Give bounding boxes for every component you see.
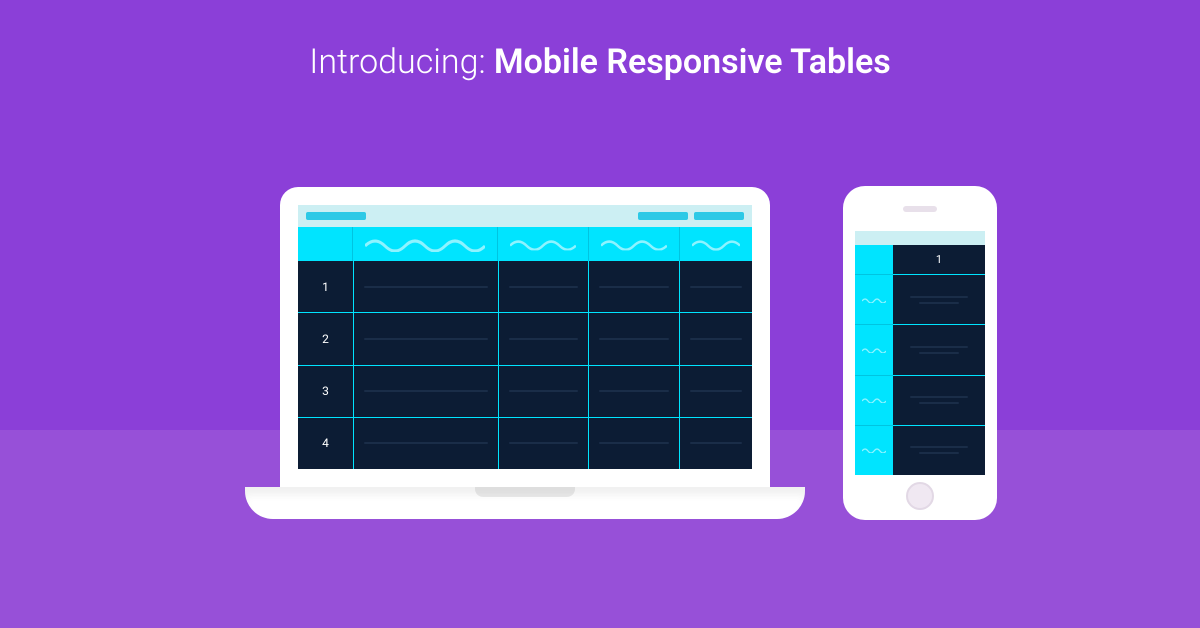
topbar-segment xyxy=(694,212,744,220)
cell-placeholder-line xyxy=(919,452,959,454)
header-rownum-cell xyxy=(298,227,353,261)
page-title: Introducing: Mobile Responsive Tables xyxy=(0,42,1200,82)
table-cell xyxy=(499,313,589,365)
header-col xyxy=(353,227,498,261)
cell-placeholder-line xyxy=(364,338,488,340)
squiggle-icon xyxy=(862,447,886,453)
squiggle-icon xyxy=(365,236,485,252)
squiggle-icon xyxy=(510,237,576,250)
table-cell xyxy=(589,366,679,418)
data-columns xyxy=(353,261,752,469)
cell-placeholder-line xyxy=(910,296,968,298)
cell-placeholder-line xyxy=(509,390,579,392)
cell-placeholder-line xyxy=(509,286,579,288)
cell-placeholder-line xyxy=(910,346,968,348)
data-column xyxy=(679,261,752,469)
table-cell xyxy=(680,261,752,313)
phone-device: 1 xyxy=(843,186,997,520)
phone-sidebar-cell xyxy=(855,426,893,475)
cell-placeholder-line xyxy=(690,338,742,340)
table-cell xyxy=(499,261,589,313)
phone-sidebar-cell xyxy=(855,325,893,375)
squiggle-icon xyxy=(862,297,886,303)
cell-placeholder-line xyxy=(599,442,669,444)
phone-sidebar-cell xyxy=(855,376,893,426)
table-cell xyxy=(680,418,752,469)
table-cell xyxy=(680,366,752,418)
cell-placeholder-line xyxy=(509,338,579,340)
table-cell xyxy=(499,366,589,418)
laptop-topbar xyxy=(298,205,752,227)
phone-cell xyxy=(893,376,985,426)
row-number: 3 xyxy=(298,366,353,418)
topbar-segment xyxy=(638,212,688,220)
data-column xyxy=(353,261,498,469)
squiggle-icon xyxy=(692,238,740,251)
row-number: 1 xyxy=(298,261,353,313)
phone-home-button xyxy=(906,482,934,510)
cell-placeholder-line xyxy=(690,286,742,288)
topbar-segment xyxy=(306,212,366,220)
row-number-column: 1 2 3 4 xyxy=(298,261,353,469)
cell-placeholder-line xyxy=(919,352,959,354)
cell-placeholder-line xyxy=(690,390,742,392)
table-cell xyxy=(499,418,589,469)
cell-placeholder-line xyxy=(690,442,742,444)
table-cell xyxy=(354,261,498,313)
laptop-screen: 1 2 3 4 xyxy=(298,205,752,469)
squiggle-icon xyxy=(862,397,886,403)
cell-placeholder-line xyxy=(364,442,488,444)
table-cell xyxy=(354,366,498,418)
squiggle-icon xyxy=(601,237,667,250)
header-col xyxy=(589,227,680,261)
laptop-table-body: 1 2 3 4 xyxy=(298,261,752,469)
title-prefix: Introducing: xyxy=(309,42,494,82)
cell-placeholder-line xyxy=(910,446,968,448)
cell-placeholder-line xyxy=(910,396,968,398)
row-number: 4 xyxy=(298,418,353,469)
phone-screen: 1 xyxy=(855,231,985,475)
cell-placeholder-line xyxy=(364,390,488,392)
laptop-base xyxy=(245,487,805,519)
data-column xyxy=(588,261,679,469)
header-col xyxy=(498,227,589,261)
phone-cell xyxy=(893,325,985,375)
title-main: Mobile Responsive Tables xyxy=(494,42,891,82)
phone-cell xyxy=(893,426,985,475)
header-col xyxy=(680,227,752,261)
cell-placeholder-line xyxy=(599,286,669,288)
cell-placeholder-line xyxy=(599,390,669,392)
laptop-device: 1 2 3 4 xyxy=(280,187,805,519)
laptop-frame: 1 2 3 4 xyxy=(280,187,770,487)
table-cell xyxy=(680,313,752,365)
cell-placeholder-line xyxy=(919,302,959,304)
cell-placeholder-line xyxy=(509,442,579,444)
phone-cell xyxy=(893,275,985,325)
topbar-right-group xyxy=(638,212,744,220)
phone-table: 1 xyxy=(855,245,985,475)
data-column xyxy=(498,261,589,469)
table-cell xyxy=(354,313,498,365)
phone-sidebar xyxy=(855,245,893,475)
laptop-table-header xyxy=(298,227,752,261)
phone-sidebar-cell xyxy=(855,275,893,325)
table-cell xyxy=(354,418,498,469)
table-cell xyxy=(589,261,679,313)
cell-placeholder-line xyxy=(919,402,959,404)
phone-sidebar-head xyxy=(855,245,893,275)
cell-placeholder-line xyxy=(364,286,488,288)
phone-data-column: 1 xyxy=(893,245,985,475)
table-cell xyxy=(589,418,679,469)
squiggle-icon xyxy=(862,347,886,353)
phone-column-header: 1 xyxy=(893,245,985,275)
cell-placeholder-line xyxy=(599,338,669,340)
row-number: 2 xyxy=(298,313,353,365)
table-cell xyxy=(589,313,679,365)
phone-speaker xyxy=(903,206,937,212)
phone-topbar xyxy=(855,231,985,245)
